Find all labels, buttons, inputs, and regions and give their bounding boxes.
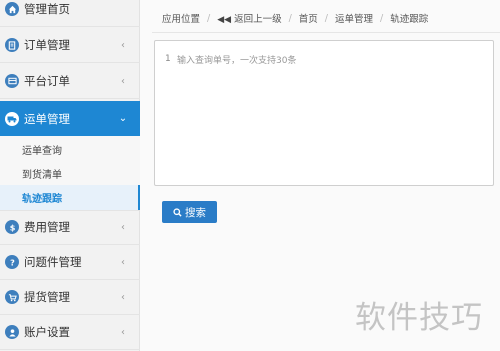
sidebar-item-label: 账户设置 bbox=[24, 325, 70, 339]
watermark: 软件技巧 bbox=[355, 300, 483, 336]
breadcrumb-separator: / bbox=[207, 12, 211, 24]
chevron-left-icon: ‹ bbox=[121, 326, 125, 338]
tracking-query-box: 1 bbox=[154, 40, 494, 186]
sidebar-item-label: 平台订单 bbox=[24, 74, 70, 88]
double-left-arrow-icon: ◀◀ bbox=[217, 15, 232, 25]
breadcrumb-location-label: 应用位置 bbox=[162, 14, 201, 25]
document-icon bbox=[5, 38, 19, 52]
dollar-icon: $ bbox=[5, 220, 19, 234]
home-icon bbox=[5, 2, 19, 16]
waybill-submenu: 运单查询 到货清单 轨迹跟踪 bbox=[0, 136, 140, 211]
sidebar-item-label: 费用管理 bbox=[24, 220, 70, 234]
sidebar-item-label: 提货管理 bbox=[24, 290, 70, 304]
list-icon bbox=[5, 74, 19, 88]
sidebar-item-platform-orders[interactable]: 平台订单 ‹ bbox=[0, 64, 140, 99]
truck-icon bbox=[5, 111, 19, 126]
breadcrumb-divider bbox=[152, 32, 500, 33]
search-icon bbox=[173, 207, 182, 217]
sidebar-item-home[interactable]: 管理首页 bbox=[0, 0, 140, 27]
breadcrumb-separator: / bbox=[324, 12, 328, 24]
sidebar-item-waybill[interactable]: 运单管理 ⌄ bbox=[0, 101, 140, 136]
chevron-left-icon: ‹ bbox=[121, 221, 125, 233]
sidebar-item-fees[interactable]: $ 费用管理 ‹ bbox=[0, 210, 140, 245]
sidebar: 管理首页 订单管理 ‹ 平台订单 ‹ 运单管理 ⌄ 运单查询 到货清单 轨迹跟踪 bbox=[0, 0, 140, 351]
user-icon bbox=[5, 325, 19, 339]
cart-icon bbox=[5, 290, 19, 304]
breadcrumb-separator: / bbox=[380, 12, 384, 24]
line-number: 1 bbox=[165, 54, 171, 64]
sidebar-item-account[interactable]: 账户设置 ‹ bbox=[0, 315, 140, 350]
chevron-left-icon: ‹ bbox=[121, 256, 125, 268]
breadcrumb-current: 轨迹跟踪 bbox=[390, 14, 429, 25]
breadcrumb-section-link[interactable]: 运单管理 bbox=[335, 11, 373, 25]
sidebar-item-problems[interactable]: ? 问题件管理 ‹ bbox=[0, 245, 140, 280]
sidebar-item-orders[interactable]: 订单管理 ‹ bbox=[0, 28, 140, 63]
chevron-left-icon: ‹ bbox=[121, 39, 125, 51]
breadcrumb-back-link[interactable]: ◀◀ 返回上一级 bbox=[217, 11, 281, 25]
sidebar-item-label: 管理首页 bbox=[24, 2, 70, 16]
search-button[interactable]: 搜索 bbox=[162, 201, 217, 223]
chevron-down-icon: ⌄ bbox=[118, 113, 128, 124]
sidebar-item-label: 订单管理 bbox=[24, 38, 70, 52]
question-icon: ? bbox=[5, 255, 19, 269]
chevron-left-icon: ‹ bbox=[121, 75, 125, 87]
svg-text:$: $ bbox=[9, 223, 15, 232]
tracking-number-input[interactable] bbox=[177, 49, 487, 179]
submenu-item-waybill-query[interactable]: 运单查询 bbox=[0, 137, 140, 162]
breadcrumb: 应用位置 / ◀◀ 返回上一级 / 首页 / 运单管理 / 轨迹跟踪 bbox=[162, 11, 429, 26]
submenu-item-arrival-list[interactable]: 到货清单 bbox=[0, 161, 140, 186]
svg-text:?: ? bbox=[10, 258, 15, 267]
breadcrumb-home-link[interactable]: 首页 bbox=[299, 11, 318, 25]
submenu-item-tracking[interactable]: 轨迹跟踪 bbox=[0, 185, 140, 210]
sidebar-item-pickup[interactable]: 提货管理 ‹ bbox=[0, 280, 140, 315]
chevron-left-icon: ‹ bbox=[121, 291, 125, 303]
sidebar-item-label: 问题件管理 bbox=[24, 255, 82, 269]
breadcrumb-separator: / bbox=[288, 12, 292, 24]
sidebar-item-label: 运单管理 bbox=[24, 111, 70, 126]
